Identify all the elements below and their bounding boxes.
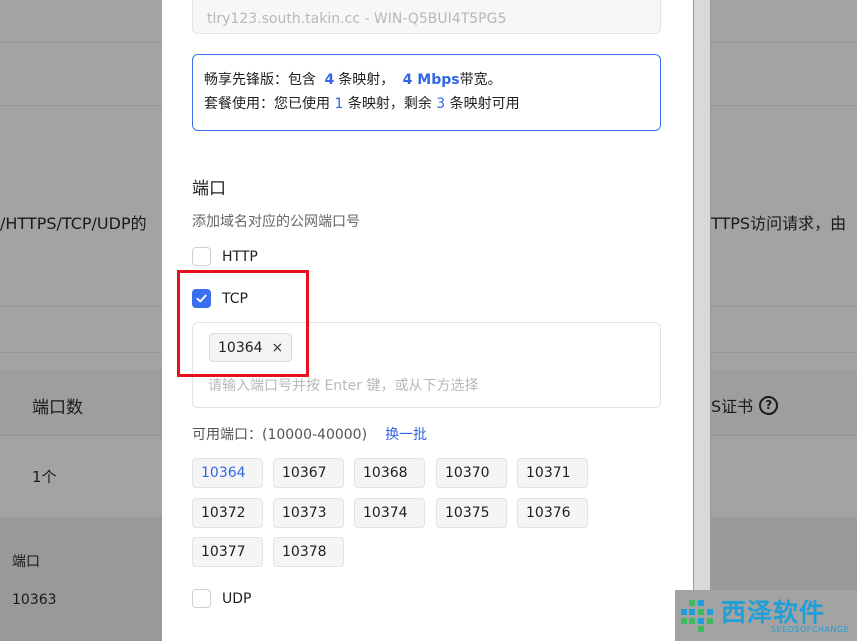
bg-detail-label: 端口	[12, 554, 40, 570]
http-checkbox[interactable]	[192, 247, 211, 266]
host-field: tlry123.south.takin.cc - WIN-Q5BUI4T5PG5	[192, 0, 661, 34]
port-chip[interactable]: 10378	[273, 537, 344, 567]
bg-col-port-count: 端口数	[32, 398, 83, 418]
available-ports-label: 可用端口：(10000-40000)	[192, 427, 368, 443]
watermark: 西泽软件 SEEDSOFCHANGE	[675, 590, 857, 641]
port-chip[interactable]: 10364	[192, 458, 263, 488]
port-chip[interactable]: 10374	[354, 498, 425, 528]
http-label: HTTP	[222, 248, 258, 265]
watermark-cn: 西泽软件	[721, 598, 826, 627]
http-checkbox-row[interactable]: HTTP	[192, 247, 258, 266]
available-ports-row: 可用端口：(10000-40000) 换一批	[192, 424, 427, 444]
port-chip[interactable]: 10375	[436, 498, 507, 528]
plan-mapping-text: 条映射，	[338, 72, 395, 88]
port-input[interactable]	[208, 374, 648, 398]
usage-left-count: 3	[436, 96, 446, 112]
help-icon: ?	[759, 395, 779, 415]
plan-bandwidth: 4 Mbps	[402, 72, 460, 88]
usage-mid-text: 条映射，剩余	[347, 96, 432, 112]
section-title: 端口	[192, 179, 226, 199]
section-subtitle: 添加域名对应的公网端口号	[192, 214, 360, 230]
udp-checkbox-row[interactable]: UDP	[192, 589, 251, 608]
host-value: tlry123.south.takin.cc - WIN-Q5BUI4T5PG5	[207, 11, 507, 27]
port-chip[interactable]: 10376	[517, 498, 588, 528]
bg-col-cert: S证书 ?	[711, 393, 779, 417]
port-chip[interactable]: 10377	[192, 537, 263, 567]
plan-info-line-2: 套餐使用：您已使用 1 条映射，剩余 3 条映射可用	[204, 92, 660, 116]
bg-row-count: 1个	[32, 468, 57, 486]
modal-scrollbar-thumb[interactable]	[694, 0, 710, 590]
plan-info-box: 畅享先锋版：包含 4 条映射， 4 Mbps带宽。 套餐使用：您已使用 1 条映射…	[192, 54, 661, 131]
bg-detail-value: 10363	[12, 592, 57, 608]
usage-used-count: 1	[334, 96, 344, 112]
usage-suffix-text: 条映射可用	[449, 96, 520, 112]
bg-col-cert-label: S证书	[711, 397, 754, 416]
port-chip[interactable]: 10373	[273, 498, 344, 528]
port-chip[interactable]: 10370	[436, 458, 507, 488]
port-chip[interactable]: 10367	[273, 458, 344, 488]
plan-mapping-count: 4	[324, 72, 335, 88]
watermark-en: SEEDSOFCHANGE	[771, 625, 850, 634]
port-chip[interactable]: 10371	[517, 458, 588, 488]
udp-checkbox[interactable]	[192, 589, 211, 608]
port-chip[interactable]: 10372	[192, 498, 263, 528]
udp-label: UDP	[222, 590, 252, 607]
bg-description-left: /HTTPS/TCP/UDP的	[0, 214, 147, 233]
plan-info-line-1: 畅享先锋版：包含 4 条映射， 4 Mbps带宽。	[204, 68, 660, 92]
highlight-annotation	[177, 270, 309, 377]
plan-bandwidth-text: 带宽。	[459, 72, 502, 88]
usage-label: 套餐使用：您已使用	[204, 96, 330, 112]
refresh-ports-link[interactable]: 换一批	[385, 424, 427, 444]
port-chip[interactable]: 10368	[354, 458, 425, 488]
bg-description-right: TTPS访问请求，由	[711, 214, 847, 233]
watermark-logo-icon	[681, 600, 713, 632]
plan-label: 畅享先锋版：包含	[204, 72, 316, 88]
